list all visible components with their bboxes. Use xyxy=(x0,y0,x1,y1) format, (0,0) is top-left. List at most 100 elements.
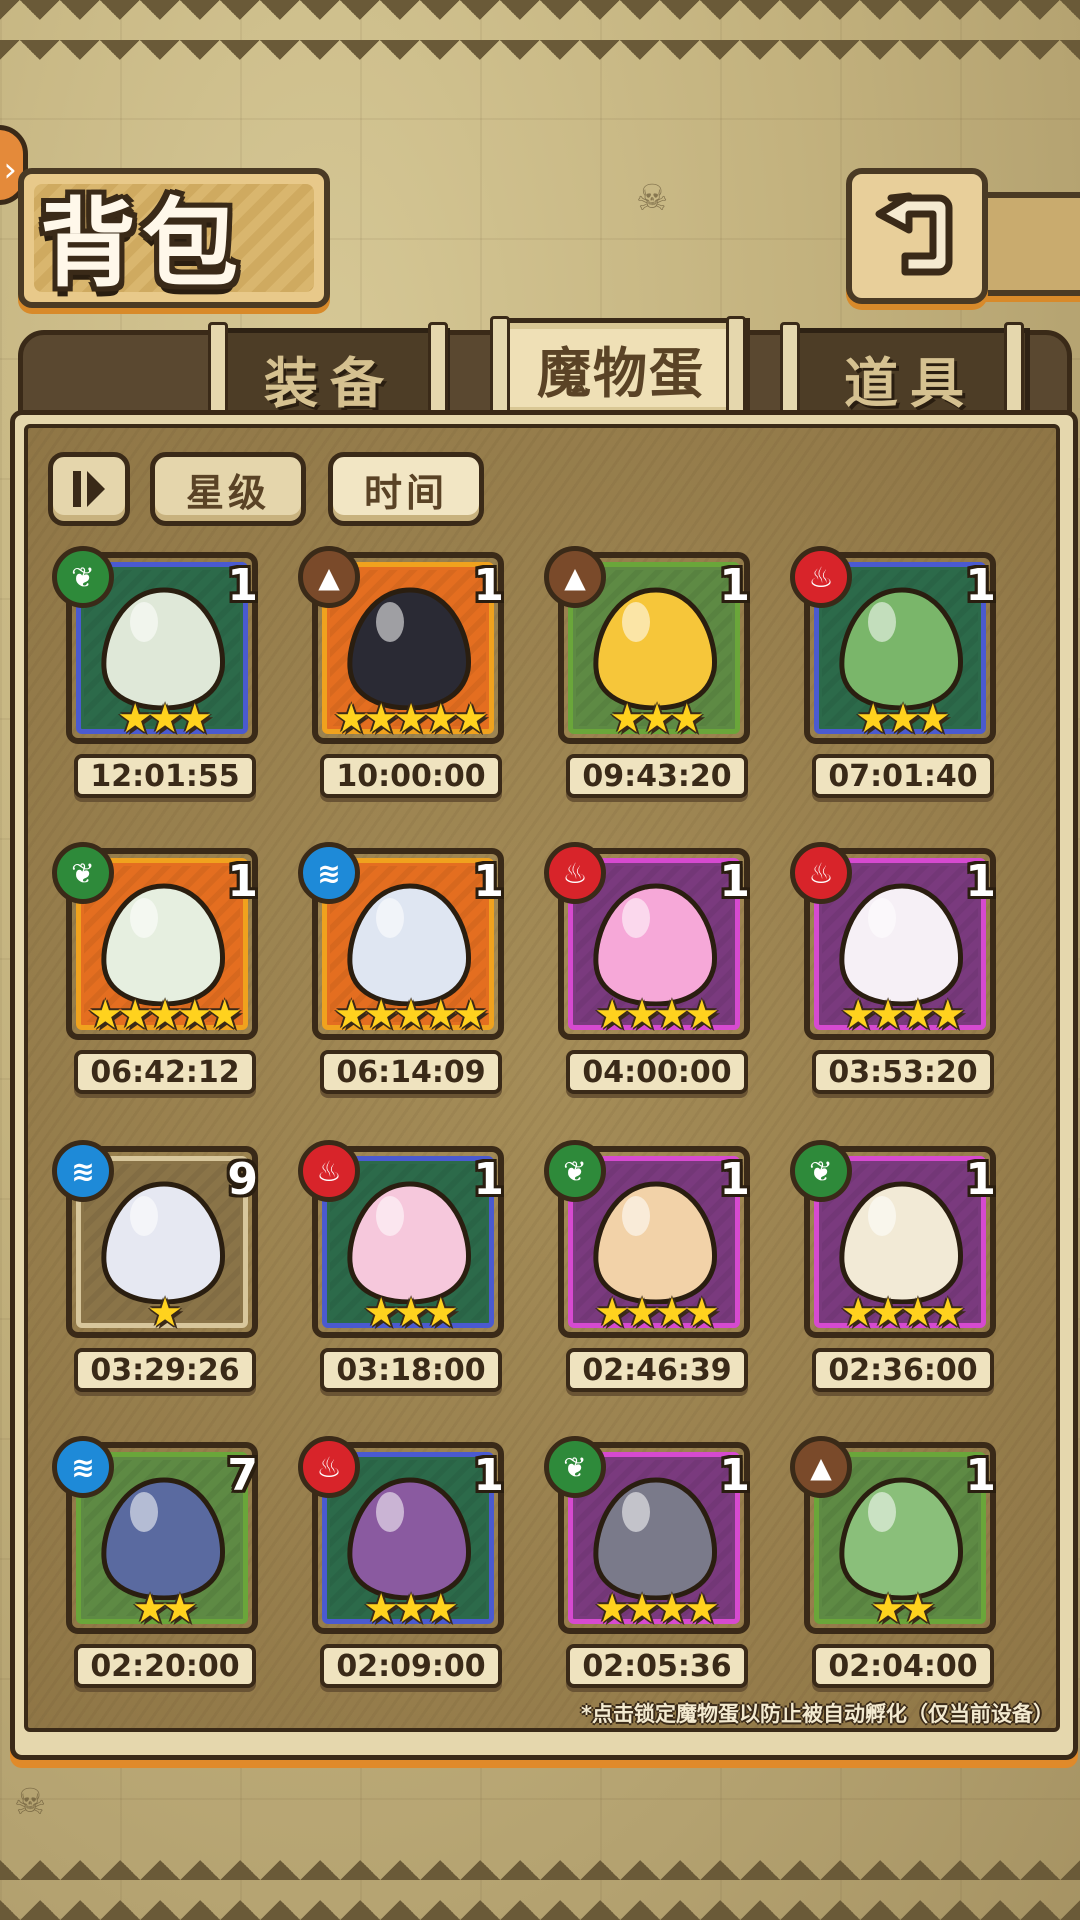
hatch-timer: 02:46:39 xyxy=(566,1348,748,1392)
hatch-timer: 02:36:00 xyxy=(812,1348,994,1392)
monster-egg-icon xyxy=(101,1181,225,1304)
element-grass-icon: ❦ xyxy=(52,546,114,608)
bottom-border xyxy=(0,1860,1080,1920)
tab-post xyxy=(1004,322,1024,422)
back-button[interactable] xyxy=(846,168,988,304)
star-rating: ★★★★ xyxy=(594,1290,719,1336)
sort-toggle-icon xyxy=(73,471,105,507)
tab-post xyxy=(780,322,800,422)
egg-count: 1 xyxy=(473,1450,504,1501)
egg-card[interactable]: ≋ 9 ★ 03:29:26 xyxy=(52,1140,258,1392)
egg-card[interactable]: ▲ 1 ★★ 02:04:00 xyxy=(790,1436,996,1688)
hatch-timer: 02:05:36 xyxy=(566,1644,748,1688)
egg-count: 1 xyxy=(473,560,504,611)
egg-card[interactable]: ▲ 1 ★★★★★ 10:00:00 xyxy=(298,546,504,798)
hatch-timer: 02:09:00 xyxy=(320,1644,502,1688)
egg-card[interactable]: ♨ 1 ★★★ 03:18:00 xyxy=(298,1140,504,1392)
sort-by-star-button[interactable]: 星级 xyxy=(150,452,306,526)
star-rating: ★★ xyxy=(870,1586,936,1632)
monster-egg-icon xyxy=(839,1181,963,1304)
star-rating: ★★★★ xyxy=(594,1586,719,1632)
egg-card[interactable]: ❦ 1 ★★★ 12:01:55 xyxy=(52,546,258,798)
monster-egg-icon xyxy=(839,883,963,1006)
egg-card[interactable]: ❦ 1 ★★★★★ 06:42:12 xyxy=(52,842,258,1094)
egg-count: 1 xyxy=(965,1450,996,1501)
skull-icon: ☠ xyxy=(636,178,669,219)
star-rating: ★★★★★ xyxy=(333,696,488,742)
monster-egg-icon xyxy=(839,1477,963,1600)
hatch-timer: 03:53:20 xyxy=(812,1050,994,1094)
tab-post xyxy=(490,316,510,416)
egg-count: 1 xyxy=(965,1154,996,1205)
element-water-icon: ≋ xyxy=(298,842,360,904)
element-earth-icon: ▲ xyxy=(298,546,360,608)
egg-count: 1 xyxy=(719,856,750,907)
egg-card[interactable]: ❦ 1 ★★★★ 02:36:00 xyxy=(790,1140,996,1392)
monster-egg-icon xyxy=(593,1477,717,1600)
monster-egg-icon xyxy=(347,1477,471,1600)
egg-count: 1 xyxy=(965,856,996,907)
monster-egg-icon xyxy=(593,587,717,710)
hatch-timer: 04:00:00 xyxy=(566,1050,748,1094)
element-grass-icon: ❦ xyxy=(544,1436,606,1498)
monster-egg-icon xyxy=(347,587,471,710)
hatch-timer: 07:01:40 xyxy=(812,754,994,798)
egg-card[interactable]: ♨ 1 ★★★ 07:01:40 xyxy=(790,546,996,798)
egg-card[interactable]: ❦ 1 ★★★★ 02:05:36 xyxy=(544,1436,750,1688)
egg-card[interactable]: ≋ 7 ★★ 02:20:00 xyxy=(52,1436,258,1688)
star-rating: ★★★★★ xyxy=(87,992,242,1038)
egg-card[interactable]: ▲ 1 ★★★ 09:43:20 xyxy=(544,546,750,798)
tab-post xyxy=(208,322,228,422)
page-title: 背包 xyxy=(40,188,244,300)
top-border xyxy=(0,0,1080,60)
element-fire-icon: ♨ xyxy=(790,546,852,608)
monster-egg-icon xyxy=(101,587,225,710)
egg-card[interactable]: ♨ 1 ★★★★ 03:53:20 xyxy=(790,842,996,1094)
hatch-timer: 12:01:55 xyxy=(74,754,256,798)
return-arrow-icon xyxy=(852,174,982,298)
egg-card[interactable]: ♨ 1 ★★★★ 04:00:00 xyxy=(544,842,750,1094)
hatch-timer: 02:04:00 xyxy=(812,1644,994,1688)
element-fire-icon: ♨ xyxy=(298,1140,360,1202)
element-earth-icon: ▲ xyxy=(790,1436,852,1498)
egg-card[interactable]: ❦ 1 ★★★★ 02:46:39 xyxy=(544,1140,750,1392)
hatch-timer: 03:29:26 xyxy=(74,1348,256,1392)
hatch-timer: 02:20:00 xyxy=(74,1644,256,1688)
monster-egg-icon xyxy=(593,1181,717,1304)
hatch-timer: 03:18:00 xyxy=(320,1348,502,1392)
egg-count: 7 xyxy=(227,1450,258,1501)
element-fire-icon: ♨ xyxy=(544,842,606,904)
egg-count: 1 xyxy=(473,856,504,907)
tab-monster-eggs[interactable]: 魔物蛋 xyxy=(492,318,750,418)
hatch-timer: 09:43:20 xyxy=(566,754,748,798)
star-rating: ★★★ xyxy=(363,1290,459,1336)
tab-post xyxy=(726,316,746,416)
element-water-icon: ≋ xyxy=(52,1436,114,1498)
monster-egg-icon xyxy=(347,1181,471,1304)
sort-by-time-button[interactable]: 时间 xyxy=(328,452,484,526)
skull-icon: ☠ xyxy=(14,1782,47,1823)
star-rating: ★★ xyxy=(132,1586,198,1632)
element-earth-icon: ▲ xyxy=(544,546,606,608)
monster-egg-icon xyxy=(593,883,717,1006)
egg-count: 1 xyxy=(719,560,750,611)
egg-count: 1 xyxy=(965,560,996,611)
star-rating: ★★★★★ xyxy=(333,992,488,1038)
egg-count: 1 xyxy=(227,856,258,907)
egg-card[interactable]: ♨ 1 ★★★ 02:09:00 xyxy=(298,1436,504,1688)
hatch-timer: 06:14:09 xyxy=(320,1050,502,1094)
element-grass-icon: ❦ xyxy=(52,842,114,904)
element-water-icon: ≋ xyxy=(52,1140,114,1202)
star-rating: ★★★ xyxy=(855,696,951,742)
sort-order-button[interactable] xyxy=(48,452,130,526)
star-rating: ★★★★ xyxy=(840,992,965,1038)
egg-count: 1 xyxy=(719,1154,750,1205)
star-rating: ★★★★ xyxy=(840,1290,965,1336)
star-rating: ★★★★ xyxy=(594,992,719,1038)
lock-hint-text: *点击锁定魔物蛋以防止被自动孵化（仅当前设备） xyxy=(581,1702,1054,1726)
monster-egg-icon xyxy=(101,1477,225,1600)
egg-count: 1 xyxy=(227,560,258,611)
star-rating: ★★★ xyxy=(609,696,705,742)
egg-card[interactable]: ≋ 1 ★★★★★ 06:14:09 xyxy=(298,842,504,1094)
element-grass-icon: ❦ xyxy=(790,1140,852,1202)
